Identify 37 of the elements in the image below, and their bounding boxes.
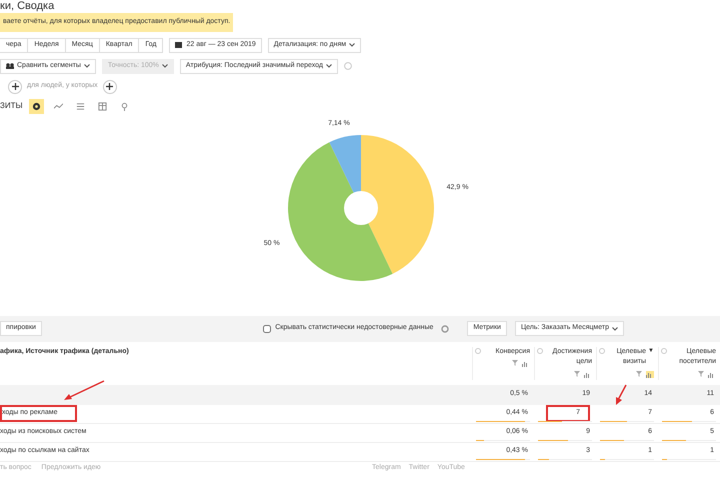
people-icon	[6, 63, 14, 69]
line-chart-icon	[54, 102, 63, 110]
filter-icon	[512, 360, 518, 366]
plus-icon	[106, 83, 114, 90]
bars-toggle-icon[interactable]	[646, 370, 654, 378]
column-toggle-icon	[599, 348, 605, 354]
table-icon	[98, 102, 107, 110]
column-toggle-icon	[661, 348, 667, 354]
add-button[interactable]	[102, 80, 117, 94]
donut-hole	[344, 190, 378, 224]
calendar-icon	[175, 42, 182, 48]
pie-chart-icon	[32, 102, 41, 110]
bars-icon	[76, 102, 85, 110]
gear-icon	[441, 324, 450, 332]
annotation-arrow	[62, 380, 106, 402]
page-title: ки, Сводка	[0, 0, 54, 12]
filter-icon	[574, 370, 580, 376]
help-icon	[344, 62, 352, 70]
caret-icon	[162, 64, 168, 68]
bars-toggle-icon[interactable]	[584, 370, 592, 378]
chart-title: ЗИТЫ	[0, 100, 22, 112]
add-button[interactable]	[8, 80, 22, 94]
caret-icon	[349, 43, 356, 47]
annotation-arrow	[614, 384, 628, 406]
caret-icon	[84, 64, 90, 68]
plus-icon	[12, 83, 18, 90]
caret-icon	[326, 64, 332, 68]
caret-icon	[612, 326, 618, 330]
chart-type-button[interactable]	[29, 98, 44, 114]
bars-toggle-icon[interactable]	[708, 370, 716, 378]
column-toggle-icon	[475, 348, 481, 354]
pin-icon	[120, 102, 129, 110]
filter-icon	[636, 370, 642, 376]
column-toggle-icon	[537, 348, 543, 354]
bars-toggle-icon[interactable]	[522, 360, 530, 367]
filter-icon	[698, 370, 704, 376]
hide-unreliable-checkbox[interactable]	[263, 324, 272, 332]
